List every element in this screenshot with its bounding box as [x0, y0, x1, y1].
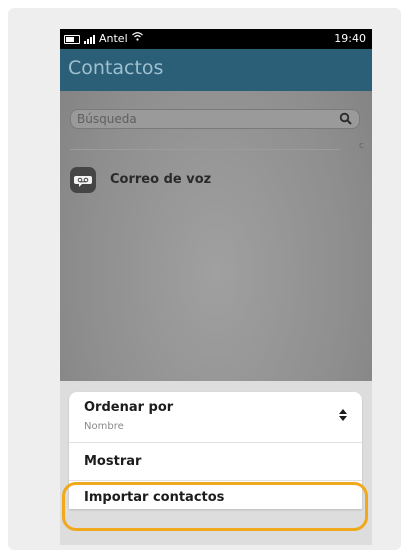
search-icon[interactable] [339, 112, 353, 126]
highlight-outline [62, 482, 368, 531]
sort-by-label: Ordenar por [84, 400, 174, 415]
contact-item[interactable]: Correo de voz [70, 161, 360, 197]
sort-arrows-icon [339, 409, 347, 421]
show-option[interactable]: Mostrar [69, 442, 362, 481]
page-title: Contactos [68, 57, 164, 79]
contact-name: Correo de voz [110, 172, 212, 187]
search-input[interactable] [77, 110, 317, 128]
signal-icon [84, 34, 95, 44]
show-label: Mostrar [84, 454, 142, 469]
battery-icon [64, 34, 80, 44]
status-bar: Antel 19:40 [60, 29, 372, 49]
app-header: Contactos [60, 49, 372, 91]
section-divider [70, 149, 340, 150]
status-time: 19:40 [334, 32, 366, 45]
search-bar[interactable] [70, 109, 360, 129]
sort-by-value: Nombre [84, 421, 124, 432]
section-header: c [359, 141, 364, 151]
phone-screen: Antel 19:40 Contactos c [60, 29, 372, 545]
wifi-icon [131, 29, 143, 49]
sort-by-option[interactable]: Ordenar por Nombre [69, 392, 362, 442]
voicemail-icon [70, 167, 96, 193]
status-left: Antel [64, 29, 143, 49]
carrier-name: Antel [99, 32, 128, 45]
